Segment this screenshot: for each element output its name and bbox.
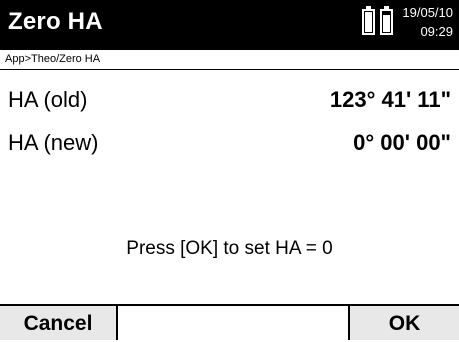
date-readout: 19/05/10 bbox=[402, 5, 453, 20]
ha-new-value: 0° 00' 00" bbox=[353, 130, 451, 155]
ha-old-label: HA (old) bbox=[8, 87, 88, 112]
ha-old-value: 123° 41' 11" bbox=[329, 87, 451, 112]
breadcrumb-bar: App>Theo/Zero HA bbox=[0, 50, 459, 70]
battery-icon bbox=[380, 6, 393, 35]
ok-button[interactable]: OK bbox=[348, 306, 459, 340]
ha-new-label: HA (new) bbox=[8, 130, 99, 155]
softkey-bar: Cancel OK bbox=[0, 304, 459, 340]
title-bar: Zero HA 19/05/10 09:29 bbox=[0, 0, 459, 50]
empty-softkey bbox=[118, 306, 348, 340]
instruction-message: Press [OK] to set HA = 0 bbox=[126, 238, 333, 259]
time-readout: 09:29 bbox=[420, 24, 453, 39]
cancel-button[interactable]: Cancel bbox=[0, 306, 118, 340]
battery-icon bbox=[362, 6, 375, 35]
page-title: Zero HA bbox=[8, 8, 103, 35]
breadcrumb: App>Theo/Zero HA bbox=[5, 53, 101, 65]
